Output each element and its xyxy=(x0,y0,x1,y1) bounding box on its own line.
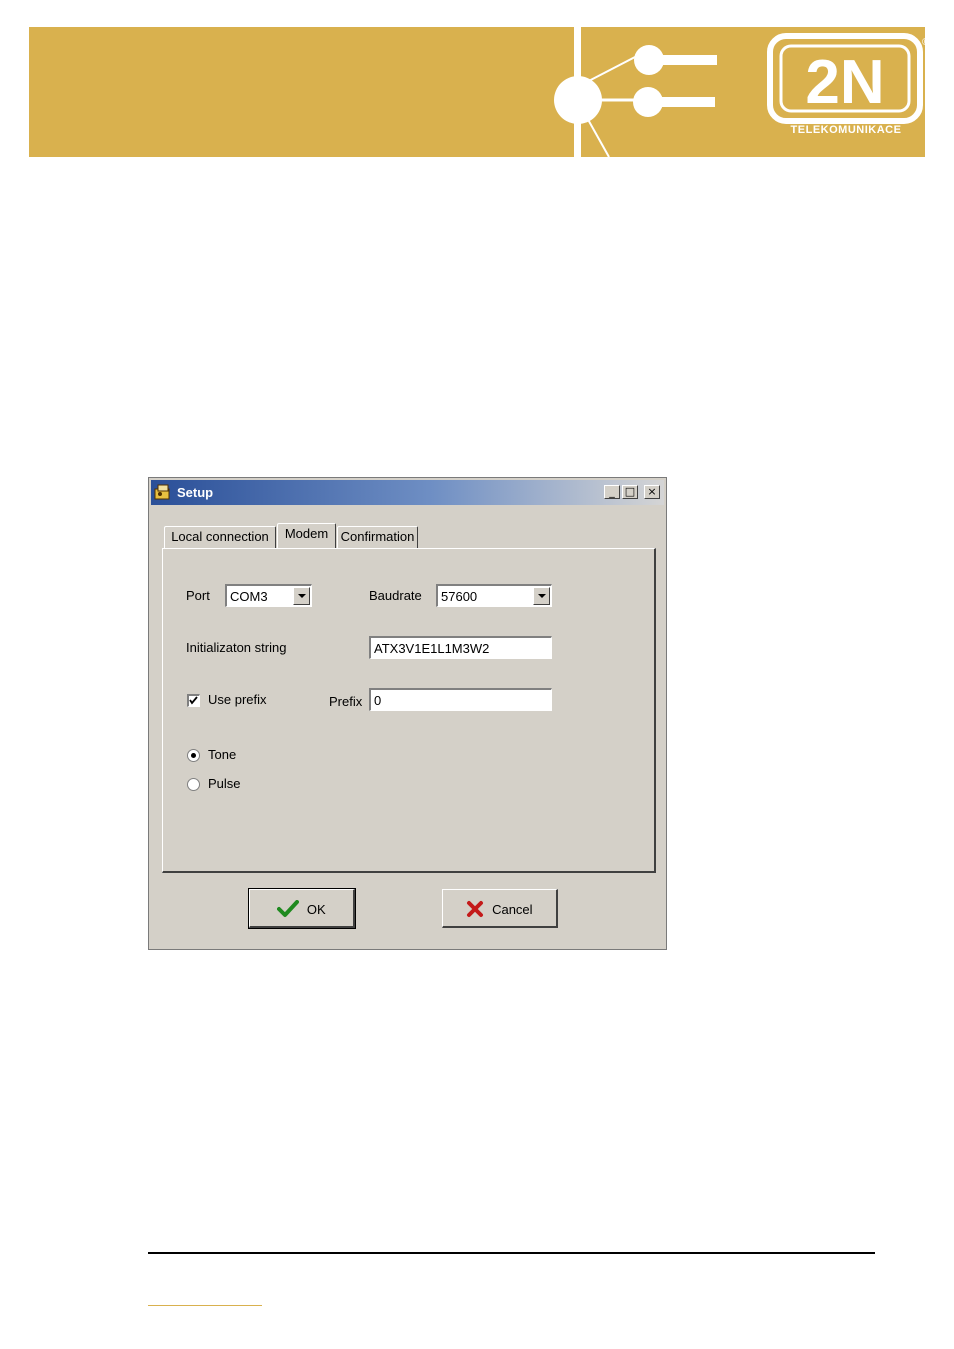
ok-label: OK xyxy=(306,901,326,917)
port-label: Port xyxy=(186,588,210,603)
use-prefix-checkbox[interactable] xyxy=(187,694,200,707)
chevron-down-icon[interactable] xyxy=(293,587,310,605)
close-button[interactable]: × xyxy=(644,485,660,499)
ok-button[interactable]: OK xyxy=(248,888,356,929)
init-string-label: Initializaton string xyxy=(186,640,287,655)
cross-icon xyxy=(467,901,484,917)
header-banner: 2N ® TELEKOMUNIKACE xyxy=(29,27,925,157)
circuit-logo-graphic: 2N ® xyxy=(554,27,925,157)
port-select[interactable]: COM3 xyxy=(225,584,312,607)
baudrate-label: Baudrate xyxy=(369,588,422,603)
prefix-label: Prefix xyxy=(329,694,363,709)
tone-radio[interactable] xyxy=(187,749,200,762)
svg-text:®: ® xyxy=(922,37,925,48)
baudrate-select[interactable]: 57600 xyxy=(436,584,552,607)
dialog-title: Setup xyxy=(177,485,214,500)
chevron-down-icon[interactable] xyxy=(533,587,550,605)
footer-link-underline xyxy=(148,1305,262,1306)
maximize-button[interactable]: □ xyxy=(622,485,638,499)
checkmark-icon xyxy=(189,696,198,705)
footer-divider xyxy=(148,1252,875,1254)
cancel-label: Cancel xyxy=(492,901,533,917)
tab-modem[interactable]: Modem xyxy=(277,523,336,548)
tone-label: Tone xyxy=(208,747,237,762)
prefix-input[interactable]: 0 xyxy=(369,688,552,711)
logo-2n-text: 2N xyxy=(805,48,884,117)
pulse-label: Pulse xyxy=(208,776,241,791)
baudrate-value: 57600 xyxy=(441,589,478,604)
minimize-button[interactable]: _ xyxy=(604,485,620,499)
tab-local-connection[interactable]: Local connection xyxy=(164,526,276,548)
port-value: COM3 xyxy=(230,589,268,604)
pulse-radio[interactable] xyxy=(187,778,200,791)
modem-tab-panel: Port COM3 Baudrate 57600 Initializaton s… xyxy=(162,548,656,873)
cancel-button[interactable]: Cancel xyxy=(442,889,558,928)
title-bar[interactable]: Setup _ □ × xyxy=(151,480,664,505)
setup-dialog: Setup _ □ × Local connection Modem Confi… xyxy=(148,477,667,950)
use-prefix-label: Use prefix xyxy=(208,692,267,707)
init-string-input[interactable]: ATX3V1E1L1M3W2 xyxy=(369,636,552,659)
setup-app-icon xyxy=(154,484,170,500)
logo-subtitle: TELEKOMUNIKACE xyxy=(790,124,902,136)
checkmark-icon xyxy=(277,900,300,917)
tab-confirmation[interactable]: Confirmation xyxy=(337,526,418,548)
